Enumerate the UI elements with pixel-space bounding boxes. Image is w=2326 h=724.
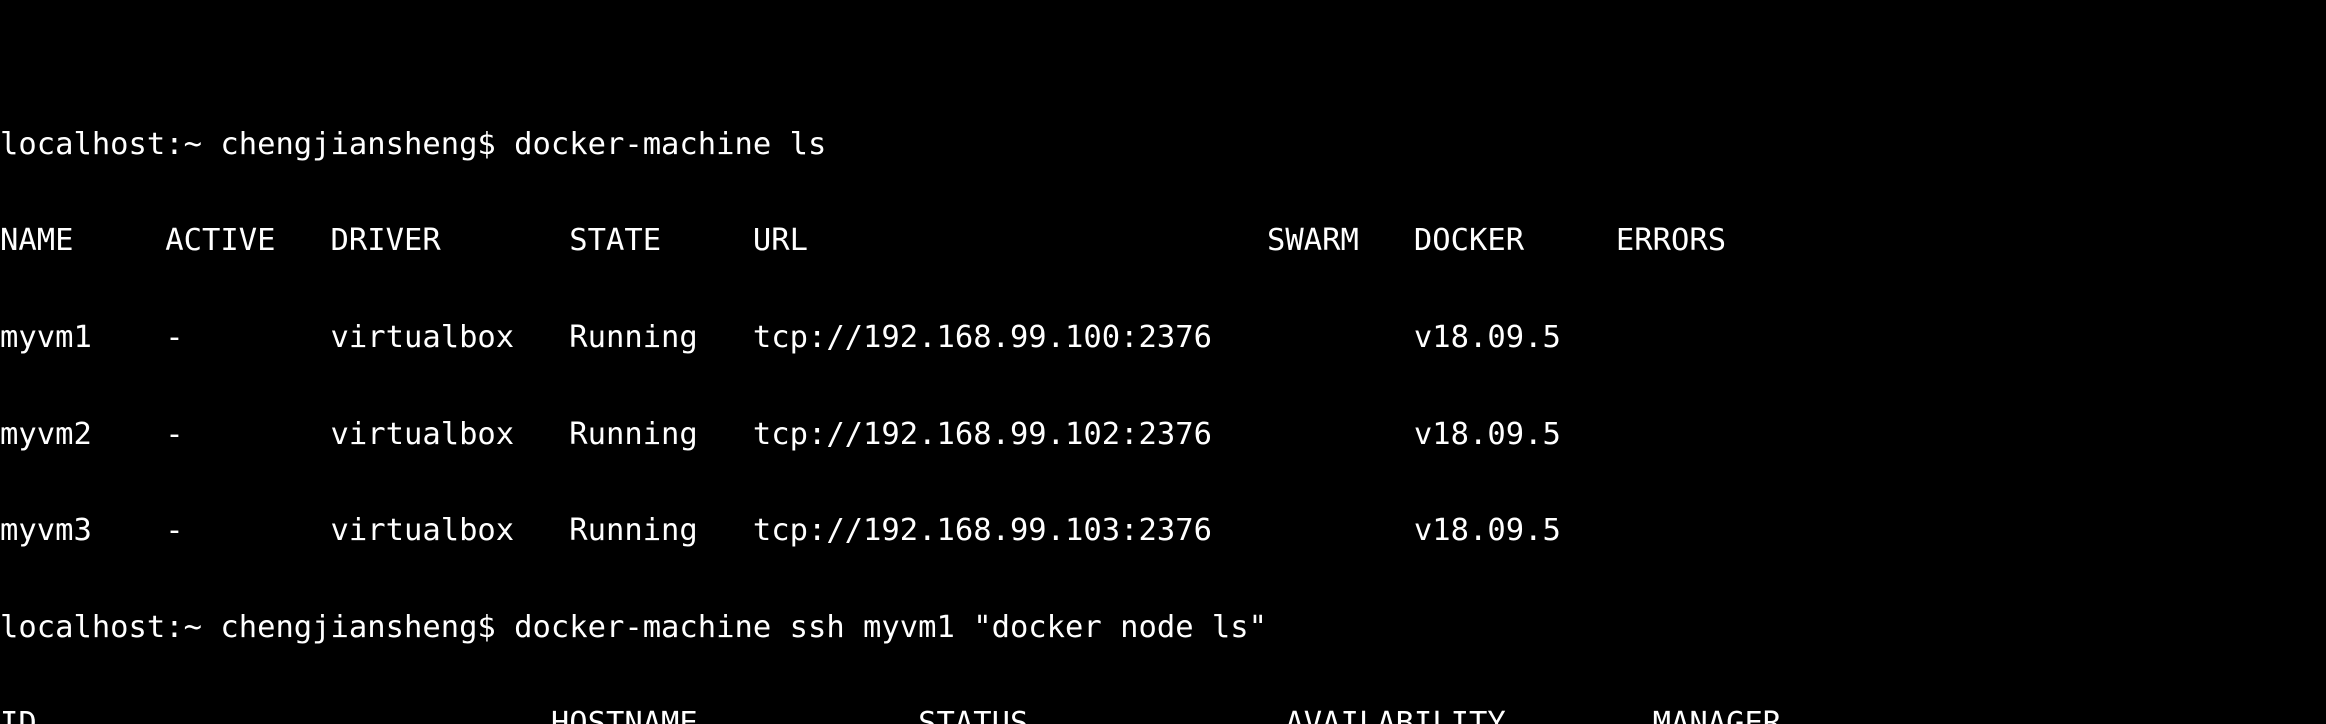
terminal-line-prompt-command-2: localhost:~ chengjiansheng$ docker-machi… bbox=[0, 609, 1268, 645]
terminal-line-prompt-command-1: localhost:~ chengjiansheng$ docker-machi… bbox=[0, 126, 827, 162]
terminal-line-machine-row-myvm1: myvm1 - virtualbox Running tcp://192.168… bbox=[0, 320, 1561, 355]
terminal-line-machine-row-myvm3: myvm3 - virtualbox Running tcp://192.168… bbox=[0, 513, 1561, 549]
terminal-line-machine-row-myvm2: myvm2 - virtualbox Running tcp://192.168… bbox=[0, 416, 1561, 452]
terminal-screen[interactable]: localhost:~ chengjiansheng$ docker-machi… bbox=[0, 64, 2326, 724]
terminal-line-machine-header: NAME ACTIVE DRIVER STATE URL SWARM DOCKE… bbox=[0, 223, 1727, 259]
terminal-window[interactable]: localhost:~ chengjiansheng$ docker-machi… bbox=[0, 0, 2326, 724]
terminal-line-node-header: ID HOSTNAME STATUS AVAILABILITY MANAGER bbox=[0, 706, 1782, 724]
